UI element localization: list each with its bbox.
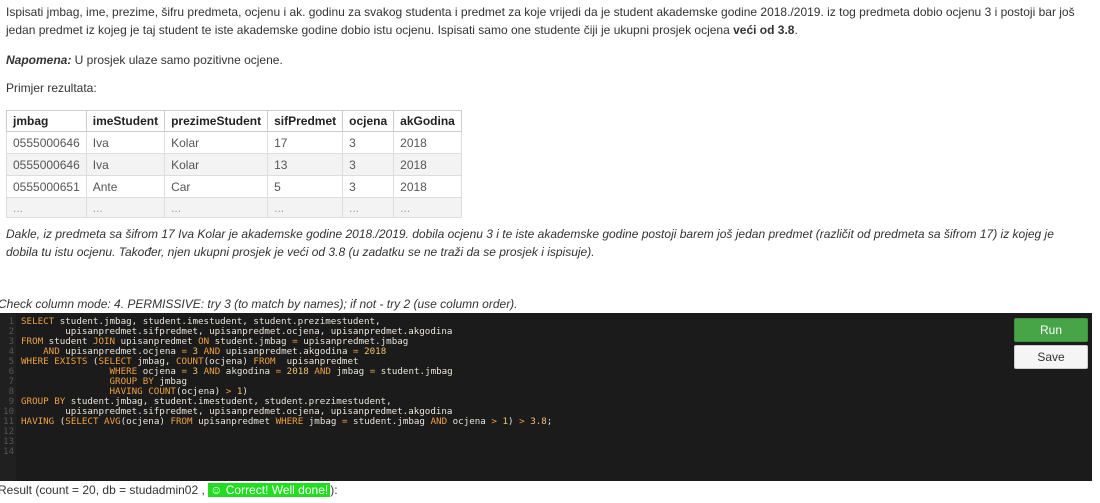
sql-keyword: WHERE (275, 416, 304, 427)
table-row: ... ... ... ... ... ... (6, 197, 462, 218)
column-header: akGodina (393, 110, 462, 132)
task-text: Ispisati jmbag, ime, prezime, šifru pred… (6, 5, 1075, 37)
sql-keyword: FROM (170, 416, 193, 427)
table-cell: 0555000646 (6, 131, 87, 154)
line-number: 5 (8, 357, 14, 367)
table-cell: 3 (342, 153, 395, 176)
table-cell: ... (164, 197, 269, 218)
table-cell: ... (85, 197, 166, 218)
table-cell: ... (342, 197, 395, 218)
line-number: 2 (8, 327, 14, 337)
sql-token: akgodina (220, 366, 276, 377)
table-cell: 2018 (393, 131, 462, 154)
sql-token: jmbag (330, 366, 370, 377)
result-status: Result (count = 20, db = studadmin02 , ☺… (0, 482, 338, 498)
line-number: 1 (8, 317, 14, 327)
line-number: 10 (3, 407, 14, 417)
table-cell: Kolar (164, 153, 269, 176)
column-header: ocjena (342, 110, 395, 132)
sql-number: 2018 (364, 346, 387, 357)
sql-token: student.jmbag (347, 416, 431, 427)
success-badge: ☺ Correct! Well done! (208, 483, 331, 497)
column-header: jmbag (6, 110, 87, 132)
table-cell: 2018 (393, 175, 462, 198)
table-cell: 2018 (393, 153, 462, 176)
table-header-row: jmbag imeStudent prezimeStudent sifPredm… (6, 110, 462, 132)
sql-code-editor[interactable]: 1 2 3 4 5 6 7 8 9 10 11 12 13 14 SELECT student.jmbag… (0, 313, 1092, 481)
task-description: Ispisati jmbag, ime, prezime, šifru pred… (6, 3, 1076, 39)
result-prefix: Result (count = 20, db = studadmin02 , (0, 483, 205, 497)
line-number: 13 (3, 437, 14, 447)
sql-token: ( (54, 416, 66, 427)
line-number: 8 (8, 387, 14, 397)
table-cell: ... (6, 197, 87, 218)
line-number: 4 (8, 347, 14, 357)
line-number: 3 (8, 337, 14, 347)
line-number: 6 (8, 367, 14, 377)
table-row: 0555000646 Iva Kolar 17 3 2018 (6, 131, 462, 154)
line-number: 9 (8, 397, 14, 407)
check-mode-text: Check column mode: 4. PERMISSIVE: try 3 … (0, 297, 518, 311)
table-cell: 3 (342, 175, 395, 198)
table-cell: 0555000646 (6, 153, 87, 176)
table-cell: 0555000651 (6, 175, 87, 198)
column-header: imeStudent (85, 110, 166, 132)
line-number: 7 (8, 377, 14, 387)
note-text: U prosjek ulaze samo pozitivne ocjene. (71, 53, 283, 67)
sql-token: jmbag (303, 416, 342, 427)
table-cell: ... (267, 197, 344, 218)
line-number: 11 (3, 417, 14, 427)
example-result-table: jmbag imeStudent prezimeStudent sifPredm… (6, 110, 462, 218)
sql-token: (ocjena) (120, 416, 171, 427)
line-number-gutter: 1 2 3 4 5 6 7 8 9 10 11 12 13 14 (0, 313, 16, 481)
table-cell: Iva (85, 131, 166, 154)
sql-token: ocjena (447, 416, 492, 427)
table-cell: Car (164, 175, 269, 198)
result-suffix: ): (330, 483, 338, 497)
run-button[interactable]: Run (1014, 318, 1088, 342)
explanation-text: Dakle, iz predmeta sa šifrom 17 Iva Kola… (6, 227, 1054, 259)
column-header: sifPredmet (267, 110, 344, 132)
task-emphasis: veći od 3.8 (733, 23, 795, 37)
column-header: prezimeStudent (164, 110, 269, 132)
table-cell: 17 (267, 131, 344, 154)
sql-keyword: AND (203, 366, 221, 377)
note: Napomena: U prosjek ulaze samo pozitivne… (6, 51, 283, 69)
sql-code[interactable]: SELECT student.jmbag, student.imestudent… (21, 317, 552, 457)
sql-token: ; (546, 416, 553, 427)
example-label: Primjer rezultata: (6, 81, 97, 95)
table-cell: Kolar (164, 131, 269, 154)
table-row: 0555000651 Ante Car 5 3 2018 (6, 175, 462, 198)
table-cell: 13 (267, 153, 344, 176)
save-button[interactable]: Save (1014, 345, 1088, 369)
sql-number: 2018 (286, 366, 309, 377)
table-cell: Iva (85, 153, 166, 176)
sql-number: 3.8 (530, 416, 547, 427)
line-number: 12 (3, 427, 14, 437)
code-line: HAVING (SELECT AVG(ocjena) FROM upisanpr… (21, 417, 552, 427)
table-cell: 5 (267, 175, 344, 198)
sql-keyword: SELECT (65, 416, 99, 427)
table-cell: 3 (342, 131, 395, 154)
sql-keyword: AND (314, 366, 331, 377)
sql-token: student.jmbag (375, 366, 453, 377)
sql-keyword: AVG (104, 416, 121, 427)
sql-keyword: HAVING (21, 416, 55, 427)
sql-keyword: AND (430, 416, 448, 427)
table-cell: ... (393, 197, 462, 218)
sql-token: ) (508, 416, 520, 427)
table-cell: Ante (85, 175, 166, 198)
line-number: 14 (3, 447, 14, 457)
task-end: . (794, 23, 798, 37)
note-label: Napomena: (6, 53, 72, 67)
table-row: 0555000646 Iva Kolar 13 3 2018 (6, 153, 462, 176)
sql-token: upisanpredmet (192, 416, 276, 427)
